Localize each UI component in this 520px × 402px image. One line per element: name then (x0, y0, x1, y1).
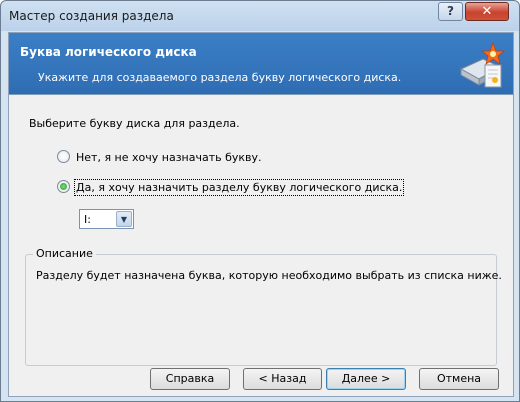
help-title-button[interactable]: ? (438, 2, 463, 21)
radio-no-letter-label[interactable]: Нет, я не хочу назначать букву. (76, 151, 262, 164)
close-button[interactable]: ✕ (465, 2, 509, 21)
description-text: Разделу будет назначена буква, которую н… (36, 269, 502, 282)
disk-wizard-icon (459, 42, 505, 88)
drive-letter-value: I: (84, 213, 91, 226)
header-title: Буква логического диска (20, 45, 197, 59)
title-bar[interactable]: Мастер создания раздела ? ✕ (1, 1, 519, 31)
cancel-button[interactable]: Отмена (419, 368, 499, 390)
radio-no-letter[interactable] (57, 150, 70, 163)
header-subtitle: Укажите для создаваемого раздела букву л… (38, 71, 402, 84)
help-button[interactable]: Справка (150, 368, 230, 390)
wizard-window: Мастер создания раздела ? ✕ Буква логиче… (0, 0, 520, 402)
wizard-client: Буква логического диска Укажите для созд… (8, 32, 514, 397)
next-button[interactable]: Далее > (326, 368, 406, 390)
back-button[interactable]: < Назад (243, 368, 322, 390)
wizard-header: Буква логического диска Укажите для созд… (9, 33, 513, 95)
radio-assign-letter[interactable] (57, 180, 70, 193)
radio-assign-letter-label[interactable]: Да, я хочу назначить разделу букву логич… (73, 179, 405, 196)
drive-letter-select[interactable]: I: ▼ (79, 209, 134, 229)
prompt-label: Выберите букву диска для раздела. (29, 117, 240, 130)
chevron-down-icon[interactable]: ▼ (116, 211, 132, 227)
window-title: Мастер создания раздела (9, 9, 174, 23)
description-title: Описание (33, 247, 96, 260)
